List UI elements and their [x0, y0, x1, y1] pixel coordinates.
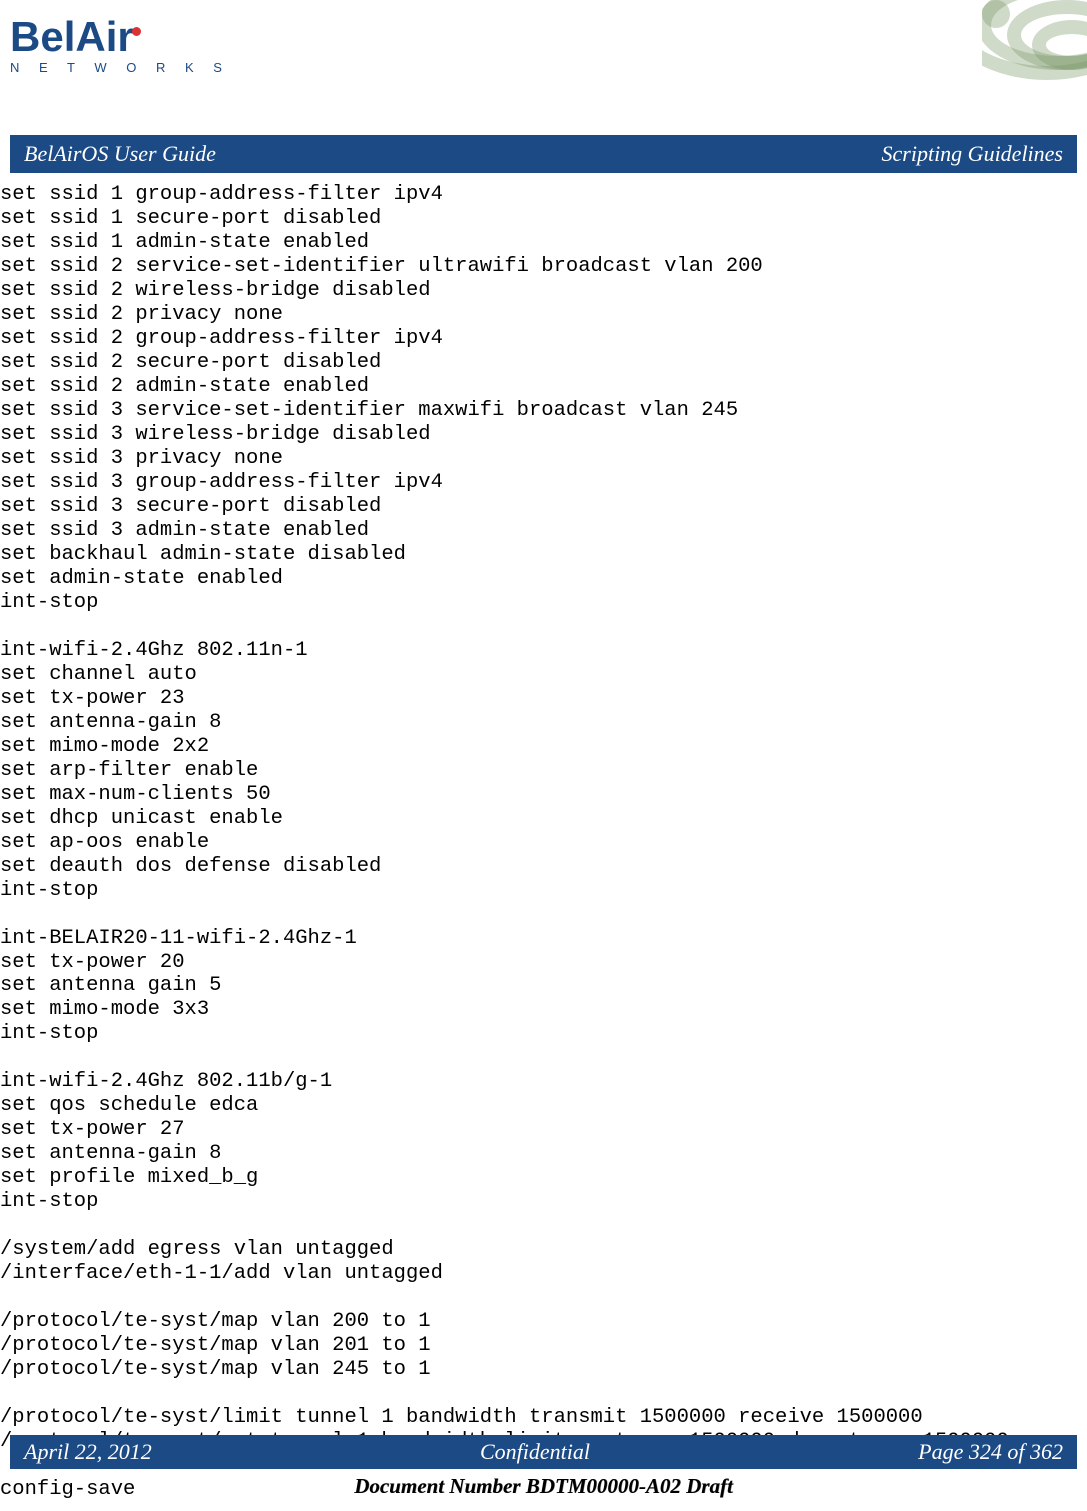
document-number: Document Number BDTM00000-A02 Draft [0, 1474, 1087, 1499]
corner-decoration-icon [982, 0, 1087, 90]
section-title: Scripting Guidelines [882, 141, 1063, 167]
logo-main-text: BelAir [10, 13, 134, 60]
footer-bar: April 22, 2012 Confidential Page 324 of … [10, 1435, 1077, 1469]
footer-page: Page 324 of 362 [918, 1439, 1063, 1465]
footer-confidential: Confidential [480, 1439, 590, 1465]
script-code-block: set ssid 1 group-address-filter ipv4 set… [0, 173, 1087, 1502]
guide-title: BelAirOS User Guide [24, 141, 216, 167]
title-bar: BelAirOS User Guide Scripting Guidelines [10, 135, 1077, 173]
logo-sub: N E T W O R K S [10, 60, 230, 75]
logo-main: BelAir [10, 18, 230, 56]
logo: BelAir N E T W O R K S [10, 18, 230, 75]
header-area: BelAir N E T W O R K S [0, 0, 1087, 135]
logo-dot-icon [132, 27, 141, 36]
footer-date: April 22, 2012 [24, 1439, 152, 1465]
